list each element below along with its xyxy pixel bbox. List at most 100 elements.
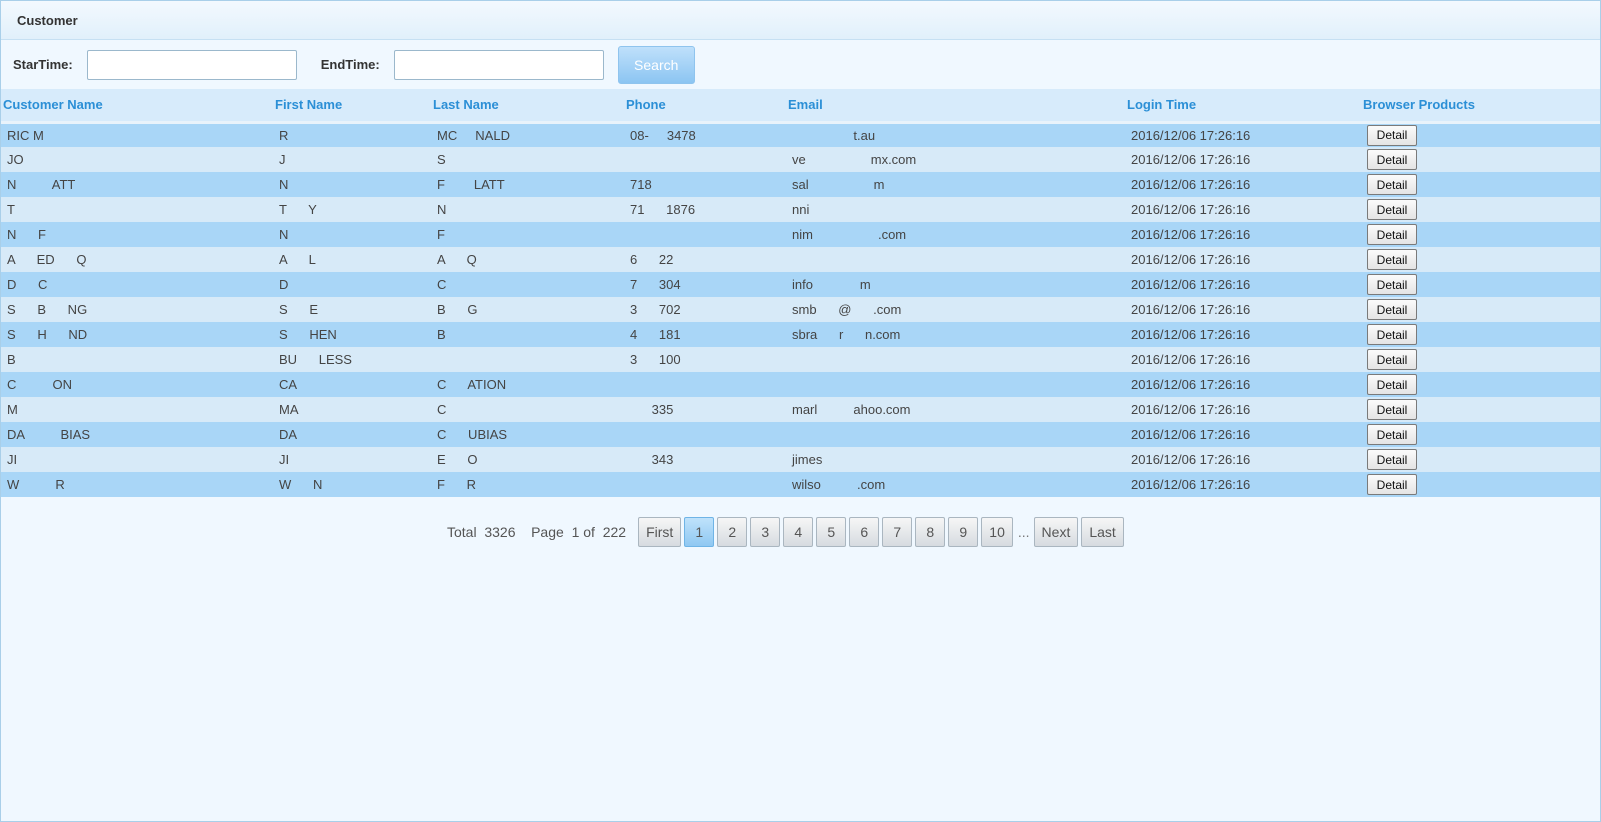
page-8-button[interactable]: 8: [915, 517, 946, 547]
detail-button[interactable]: Detail: [1367, 399, 1417, 420]
phone-cell: [624, 472, 786, 497]
login-time-cell: 2016/12/06 17:26:16: [1125, 172, 1361, 197]
login-time-cell: 2016/12/06 17:26:16: [1125, 197, 1361, 222]
customer-name-cell: T: [1, 197, 273, 222]
detail-button[interactable]: Detail: [1367, 374, 1417, 395]
start-time-input[interactable]: [86, 49, 297, 80]
column-header-customer-name[interactable]: Customer Name: [1, 89, 273, 124]
detail-button[interactable]: Detail: [1367, 424, 1417, 445]
column-header-browser-products[interactable]: Browser Products: [1361, 89, 1600, 124]
first-name-cell: JI: [273, 447, 431, 472]
page-9-button[interactable]: 9: [948, 517, 979, 547]
phone-cell: 335: [624, 397, 786, 422]
email-cell: jimes: [786, 447, 1125, 472]
table-row: S B NG S EB G3 702 smb @ .com 2016/12/06 17…: [1, 297, 1600, 322]
pager-total-label: Total: [447, 524, 477, 540]
detail-button[interactable]: Detail: [1367, 249, 1417, 270]
email-cell: sbra r n.com: [786, 322, 1125, 347]
last-name-cell: A Q: [431, 247, 624, 272]
email-cell: wilso .com: [786, 472, 1125, 497]
login-time-cell: 2016/12/06 17:26:16: [1125, 297, 1361, 322]
browser-products-cell: Detail: [1361, 247, 1600, 272]
last-name-cell: C: [431, 272, 624, 297]
last-name-cell: [431, 347, 624, 372]
table-row: JI JI E O 343 jimes 2016/12/06 17:26:16 Detai…: [1, 447, 1600, 472]
table-row: N F N Fnim .com 2016/12/06 17:26:16 Detail: [1, 222, 1600, 247]
end-time-input[interactable]: [393, 49, 604, 80]
customer-name-cell: S B NG: [1, 297, 273, 322]
first-name-cell: W N: [273, 472, 431, 497]
customer-name-cell: B: [1, 347, 273, 372]
last-name-cell: B G: [431, 297, 624, 322]
first-name-cell: D: [273, 272, 431, 297]
last-name-cell: N: [431, 197, 624, 222]
detail-button[interactable]: Detail: [1367, 299, 1417, 320]
detail-button[interactable]: Detail: [1367, 174, 1417, 195]
browser-products-cell: Detail: [1361, 347, 1600, 372]
phone-cell: [624, 372, 786, 397]
page-4-button[interactable]: 4: [783, 517, 814, 547]
browser-products-cell: Detail: [1361, 422, 1600, 447]
detail-button[interactable]: Detail: [1367, 199, 1417, 220]
first-name-cell: DA: [273, 422, 431, 447]
customer-name-cell: JO: [1, 147, 273, 172]
detail-button[interactable]: Detail: [1367, 124, 1417, 146]
next-page-button[interactable]: Next: [1033, 517, 1079, 547]
column-header-login-time[interactable]: Login Time: [1125, 89, 1361, 124]
browser-products-cell: Detail: [1361, 397, 1600, 422]
detail-button[interactable]: Detail: [1367, 449, 1417, 470]
column-header-phone[interactable]: Phone: [624, 89, 786, 124]
customer-panel: Customer StarTime: EndTime: Search Custo…: [0, 0, 1601, 822]
customer-name-cell: JI: [1, 447, 273, 472]
browser-products-cell: Detail: [1361, 222, 1600, 247]
email-cell: nim .com: [786, 222, 1125, 247]
page-3-button[interactable]: 3: [750, 517, 781, 547]
first-name-cell: MA: [273, 397, 431, 422]
detail-button[interactable]: Detail: [1367, 274, 1417, 295]
panel-title: Customer: [1, 1, 1600, 40]
customer-name-cell: N ATT: [1, 172, 273, 197]
first-name-cell: N: [273, 172, 431, 197]
table-row: A ED QA LA Q6 22 2016/12/06 17:26:16 Detai…: [1, 247, 1600, 272]
page-10-button[interactable]: 10: [981, 517, 1013, 547]
pager-ellipsis: ...: [1017, 524, 1030, 540]
first-page-button[interactable]: First: [638, 517, 682, 547]
login-time-cell: 2016/12/06 17:26:16: [1125, 447, 1361, 472]
page-1-button[interactable]: 1: [684, 517, 715, 547]
phone-cell: [624, 222, 786, 247]
column-header-last-name[interactable]: Last Name: [431, 89, 624, 124]
pager-page-label: Page: [531, 524, 564, 540]
last-name-cell: S: [431, 147, 624, 172]
page-7-button[interactable]: 7: [882, 517, 913, 547]
login-time-cell: 2016/12/06 17:26:16: [1125, 222, 1361, 247]
detail-button[interactable]: Detail: [1367, 224, 1417, 245]
page-6-button[interactable]: 6: [849, 517, 880, 547]
column-header-first-name[interactable]: First Name: [273, 89, 431, 124]
email-cell: ve mx.com: [786, 147, 1125, 172]
search-button[interactable]: Search: [617, 45, 695, 84]
page-5-button[interactable]: 5: [816, 517, 847, 547]
table-row: JO J Sve mx.com 2016/12/06 17:26:16 Detail: [1, 147, 1600, 172]
column-header-email[interactable]: Email: [786, 89, 1125, 124]
email-cell: [786, 372, 1125, 397]
last-name-cell: C ATION: [431, 372, 624, 397]
login-time-cell: 2016/12/06 17:26:16: [1125, 397, 1361, 422]
browser-products-cell: Detail: [1361, 322, 1600, 347]
customer-table: Customer Name First Name Last Name Phone…: [1, 89, 1600, 497]
detail-button[interactable]: Detail: [1367, 474, 1417, 495]
email-cell: [786, 347, 1125, 372]
last-page-button[interactable]: Last: [1081, 517, 1124, 547]
pager-of-label: of: [583, 524, 595, 540]
detail-button[interactable]: Detail: [1367, 149, 1417, 170]
detail-button[interactable]: Detail: [1367, 349, 1417, 370]
start-time-label: StarTime:: [13, 57, 73, 72]
login-time-cell: 2016/12/06 17:26:16: [1125, 122, 1361, 147]
browser-products-cell: Detail: [1361, 372, 1600, 397]
phone-cell: 4 181: [624, 322, 786, 347]
page-2-button[interactable]: 2: [717, 517, 748, 547]
detail-button[interactable]: Detail: [1367, 324, 1417, 345]
pager-current: 1: [571, 524, 580, 540]
browser-products-cell: Detail: [1361, 447, 1600, 472]
phone-cell: [624, 422, 786, 447]
customer-name-cell: W R: [1, 472, 273, 497]
